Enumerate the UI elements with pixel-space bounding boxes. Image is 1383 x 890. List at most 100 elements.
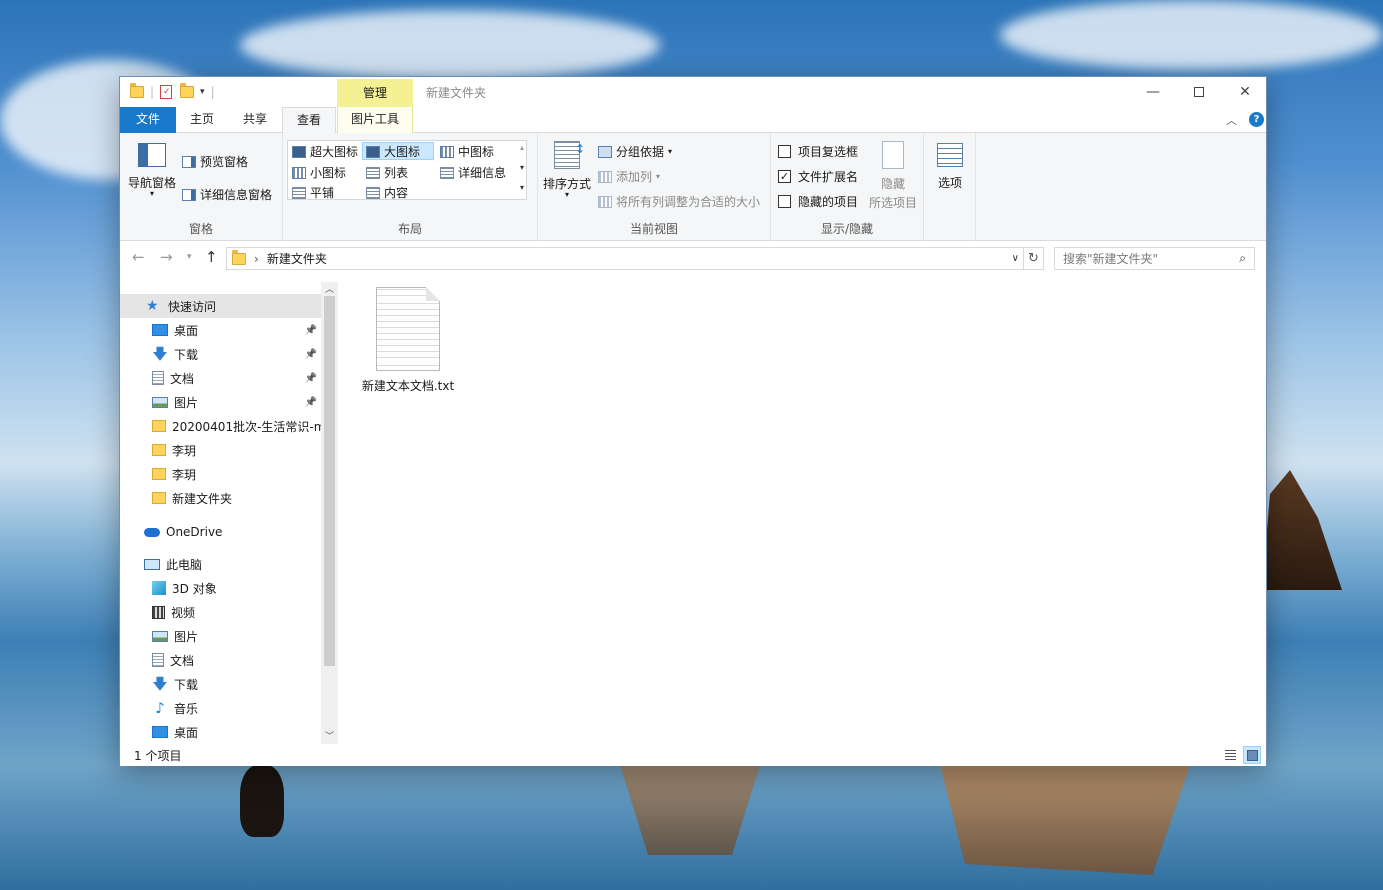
new-folder-icon[interactable] [180, 83, 195, 98]
help-icon[interactable]: ? [1249, 112, 1264, 127]
small-icons-icon [292, 166, 306, 179]
nav-onedrive[interactable]: OneDrive [120, 520, 321, 544]
tab-home[interactable]: 主页 [178, 107, 226, 133]
layout-scroll-down-icon[interactable]: ▾ [520, 163, 524, 172]
pin-icon[interactable]: 📌 [305, 325, 317, 336]
show-hide-group-label: 显示/隐藏 [820, 222, 874, 236]
options-button[interactable]: 选项 [930, 143, 970, 191]
nav-this-pc[interactable]: 此电脑 [120, 552, 321, 576]
nav-item[interactable]: 文档 📌 [120, 366, 321, 390]
layout-medium-icons[interactable]: 中图标 [440, 143, 494, 160]
ribbon-tabs: 文件 主页 共享 查看 图片工具 ︿ ? [120, 107, 1266, 134]
layout-label: 内容 [384, 186, 409, 200]
file-name: 新建文本文档.txt [361, 379, 455, 393]
up-arrow-icon[interactable]: ↑ [205, 248, 218, 266]
options-label: 选项 [937, 176, 962, 190]
breadcrumb-current[interactable]: 新建文件夹 [267, 250, 327, 267]
nav-item[interactable]: 图片 📌 [120, 390, 321, 414]
scroll-down-icon[interactable]: ﹀ [325, 729, 334, 742]
scrollbar-thumb[interactable] [324, 296, 335, 666]
nav-item[interactable]: 3D 对象 [120, 576, 321, 600]
large-icons-view-button[interactable] [1243, 746, 1261, 764]
tab-picture-tools[interactable]: 图片工具 [337, 107, 413, 133]
navigation-pane-button[interactable]: 导航窗格 ▾ [126, 143, 178, 198]
file-list-area[interactable]: 新建文本文档.txt [338, 274, 1266, 744]
layout-group: 超大图标 大图标 中图标 小图标 列表 详细信息 平铺 内容 ▴ ▾ ▾ 布局 [283, 133, 538, 241]
close-button[interactable]: ✕ [1222, 77, 1268, 107]
nav-item[interactable]: 桌面 📌 [120, 318, 321, 342]
tab-view[interactable]: 查看 [282, 107, 336, 134]
hide-selected-button[interactable]: 隐藏 所选项目 [865, 141, 921, 211]
details-pane-label: 详细信息窗格 [200, 188, 273, 202]
layout-content[interactable]: 内容 [366, 184, 408, 201]
layout-expand-icon[interactable]: ▾ [520, 183, 524, 192]
file-explorer-window: | ✓ ▾ | 管理 新建文件夹 — ✕ 文件 主页 共享 查看 图片工具 ︿ … [119, 76, 1268, 766]
desktop-icon [152, 726, 168, 738]
nav-label: 下载 [174, 677, 199, 692]
add-columns-button[interactable]: 添加列 ▾ [598, 168, 660, 185]
details-view-button[interactable] [1221, 746, 1239, 764]
3d-objects-icon [152, 581, 166, 595]
tab-share[interactable]: 共享 [230, 107, 280, 133]
sort-by-button[interactable]: ↕ 排序方式 ▾ [542, 141, 592, 199]
search-icon: ⌕ [1239, 251, 1246, 265]
pin-icon[interactable]: 📌 [305, 373, 317, 384]
nav-item[interactable]: 桌面 [120, 720, 321, 744]
collapse-ribbon-icon[interactable]: ︿ [1226, 112, 1237, 128]
checkbox-unchecked-icon [778, 195, 791, 208]
customize-toolbar-icon[interactable]: ▾ [200, 87, 205, 97]
music-icon: ♪ [155, 699, 165, 717]
file-extensions-toggle[interactable]: ✓ 文件扩展名 [778, 168, 858, 185]
details-pane-button[interactable]: 详细信息窗格 [182, 186, 272, 203]
scroll-up-icon[interactable]: ︿ [325, 282, 334, 295]
search-placeholder: 搜索"新建文件夹" [1063, 252, 1159, 266]
recent-locations-icon[interactable]: ▾ [187, 252, 192, 262]
nav-item[interactable]: ♪ 音乐 [120, 696, 321, 720]
back-arrow-icon[interactable]: ← [132, 248, 145, 266]
nav-quick-access[interactable]: ★ 快速访问 [120, 294, 321, 318]
nav-item[interactable]: 新建文件夹 [120, 486, 321, 510]
nav-label: 新建文件夹 [172, 491, 233, 506]
folder-icon [152, 492, 166, 504]
hidden-items-toggle[interactable]: 隐藏的项目 [778, 193, 858, 210]
manage-context-tab[interactable]: 管理 [337, 79, 413, 107]
nav-item[interactable]: 李玥 [120, 462, 321, 486]
address-bar[interactable]: › 新建文件夹 ∨ [226, 247, 1024, 270]
layout-scroll-up-icon[interactable]: ▴ [520, 143, 524, 152]
forward-arrow-icon[interactable]: → [160, 248, 173, 266]
preview-pane-button[interactable]: 预览窗格 [182, 153, 248, 170]
layout-list[interactable]: 列表 [366, 164, 408, 181]
chevron-down-icon: ▾ [656, 172, 661, 181]
layout-tiles[interactable]: 平铺 [292, 184, 334, 201]
tab-file[interactable]: 文件 [120, 107, 176, 133]
item-checkboxes-toggle[interactable]: 项目复选框 [778, 143, 858, 160]
file-item[interactable]: 新建文本文档.txt [358, 287, 458, 394]
nav-label: 音乐 [174, 701, 199, 716]
layout-small-icons[interactable]: 小图标 [292, 164, 346, 181]
refresh-button[interactable]: ↻ [1024, 247, 1044, 270]
document-icon [152, 653, 164, 667]
nav-item[interactable]: 李玥 [120, 438, 321, 462]
nav-item[interactable]: 文档 [120, 648, 321, 672]
maximize-button[interactable] [1176, 77, 1222, 107]
nav-item[interactable]: 视频 [120, 600, 321, 624]
nav-item[interactable]: 🡇 下载 📌 [120, 342, 321, 366]
desktop-rock-reflection [940, 765, 1190, 875]
nav-pane-scrollbar[interactable]: ︿ ﹀ [321, 282, 338, 744]
minimize-button[interactable]: — [1130, 77, 1176, 107]
layout-extra-large-icons[interactable]: 超大图标 [292, 143, 358, 160]
layout-details[interactable]: 详细信息 [440, 164, 506, 181]
pin-icon[interactable]: 📌 [305, 397, 317, 408]
size-columns-button[interactable]: 将所有列调整为合适的大小 [598, 193, 760, 210]
pin-icon[interactable]: 📌 [305, 349, 317, 360]
nav-item[interactable]: 20200401批次-生活常识-m [120, 414, 321, 438]
properties-icon[interactable]: ✓ [160, 85, 173, 99]
layout-large-icons[interactable]: 大图标 [366, 143, 420, 160]
group-by-button[interactable]: 分组依据 ▾ [598, 143, 672, 160]
search-input[interactable]: 搜索"新建文件夹" ⌕ [1054, 247, 1255, 270]
panes-group: 导航窗格 ▾ 预览窗格 详细信息窗格 窗格 [120, 133, 283, 241]
nav-item[interactable]: 图片 [120, 624, 321, 648]
address-dropdown-icon[interactable]: ∨ [1012, 253, 1019, 264]
video-icon [152, 605, 165, 619]
nav-item[interactable]: 🡇 下载 [120, 672, 321, 696]
